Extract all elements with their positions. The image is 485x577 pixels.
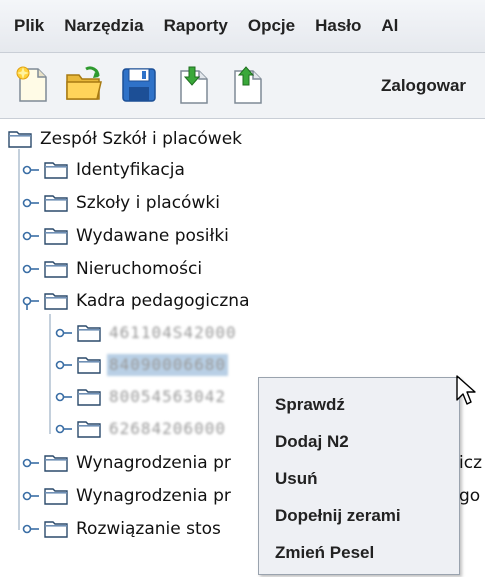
tree-child-1[interactable]: 461104S42000 [55, 319, 239, 347]
tree-item-wynagrodzenia-1[interactable]: Wynagrodzenia pr [22, 449, 233, 477]
folder-icon [44, 455, 68, 472]
expand-handle-icon[interactable] [22, 454, 40, 472]
tree-child-2-selected[interactable]: 84090006680 [55, 351, 228, 379]
expand-handle-icon[interactable] [22, 227, 40, 245]
tree-item-nieruchomosci[interactable]: Nieruchomości [22, 255, 204, 283]
folder-icon [44, 488, 68, 505]
ctx-dodaj-n2[interactable]: Dodaj N2 [259, 423, 459, 460]
expand-handle-icon[interactable] [22, 260, 40, 278]
new-document-button[interactable] [10, 63, 54, 107]
folder-icon [44, 261, 68, 278]
tree-item-label-overflow: icz [459, 453, 482, 473]
import-icon [180, 66, 208, 104]
tree-item-label: Rozwiązanie stos [76, 519, 221, 539]
folder-icon [77, 325, 101, 342]
folder-icon [44, 228, 68, 245]
menu-raporty[interactable]: Raporty [154, 0, 238, 52]
tree-item-label: Wynagrodzenia pr [76, 486, 231, 506]
tree-item-label: Szkoły i placówki [76, 193, 220, 213]
tree-item-label-overflow: go [459, 486, 481, 506]
mouse-cursor-icon [456, 375, 476, 405]
folder-icon [77, 421, 101, 438]
folder-icon [44, 293, 68, 310]
ctx-sprawdz[interactable]: Sprawdź [259, 386, 459, 423]
expand-handle-icon[interactable] [55, 420, 73, 438]
tree-child-3[interactable]: 80054563042 [55, 383, 228, 411]
menu-bar: Plik Narzędzia Raporty Opcje Hasło Al [0, 0, 485, 53]
ctx-zmien-pesel[interactable]: Zmień Pesel [259, 534, 459, 571]
expand-handle-icon[interactable] [22, 487, 40, 505]
menu-opcje[interactable]: Opcje [238, 0, 305, 52]
tree-item-identyfikacja[interactable]: Identyfikacja [22, 156, 187, 184]
toolbar: Zalogowar [0, 53, 485, 119]
tree-root[interactable]: Zespół Szkół i placówek [8, 125, 244, 153]
menu-narzedzia[interactable]: Narzędzia [54, 0, 153, 52]
menu-haslo[interactable]: Hasło [305, 0, 371, 52]
tree-child-4[interactable]: 62684206000 [55, 415, 228, 443]
expand-handle-icon[interactable] [55, 356, 73, 374]
tree-item-rozwiazanie[interactable]: Rozwiązanie stos [22, 515, 223, 543]
folder-icon [44, 195, 68, 212]
tree-child-label: 84090006680 [107, 354, 228, 376]
folder-icon [44, 521, 68, 538]
folder-icon [77, 389, 101, 406]
tree-item-posilki[interactable]: Wydawane posiłki [22, 222, 231, 250]
save-button[interactable] [117, 63, 161, 107]
tree-item-label: Wynagrodzenia pr [76, 453, 231, 473]
tree-child-label: 461104S42000 [109, 323, 237, 342]
ctx-dopelnij-zerami[interactable]: Dopełnij zerami [259, 497, 459, 534]
folder-icon [8, 131, 32, 148]
tree-root-label: Zespół Szkół i placówek [40, 129, 242, 149]
expand-handle-icon[interactable] [22, 161, 40, 179]
open-folder-icon [66, 66, 102, 100]
menu-al[interactable]: Al [371, 0, 408, 52]
folder-icon [44, 162, 68, 179]
tree-item-wynagrodzenia-2[interactable]: Wynagrodzenia pr [22, 482, 233, 510]
expand-handle-icon[interactable] [55, 388, 73, 406]
save-icon [122, 68, 156, 102]
folder-icon [77, 357, 101, 374]
tree-item-label: Nieruchomości [76, 259, 203, 279]
tree-item-label: Kadra pedagogiczna [76, 291, 250, 311]
collapse-handle-icon[interactable] [22, 292, 40, 310]
login-status: Zalogowar [381, 76, 467, 95]
tree-item-szkoly[interactable]: Szkoły i placówki [22, 189, 222, 217]
context-menu: Sprawdź Dodaj N2 Usuń Dopełnij zerami Zm… [258, 377, 460, 575]
import-button[interactable] [171, 63, 215, 107]
expand-handle-icon[interactable] [55, 324, 73, 342]
tree-item-label: Identyfikacja [76, 160, 185, 180]
tree-child-label: 62684206000 [109, 419, 226, 438]
export-button[interactable] [225, 63, 269, 107]
new-document-icon [16, 66, 47, 102]
export-icon [234, 66, 262, 104]
expand-handle-icon[interactable] [22, 520, 40, 538]
tree-item-label: Wydawane posiłki [76, 226, 229, 246]
tree-child-label: 80054563042 [109, 387, 226, 406]
tree-item-kadra[interactable]: Kadra pedagogiczna [22, 287, 252, 315]
expand-handle-icon[interactable] [22, 194, 40, 212]
ctx-usun[interactable]: Usuń [259, 460, 459, 497]
menu-plik[interactable]: Plik [0, 0, 54, 52]
open-folder-button[interactable] [62, 63, 106, 107]
